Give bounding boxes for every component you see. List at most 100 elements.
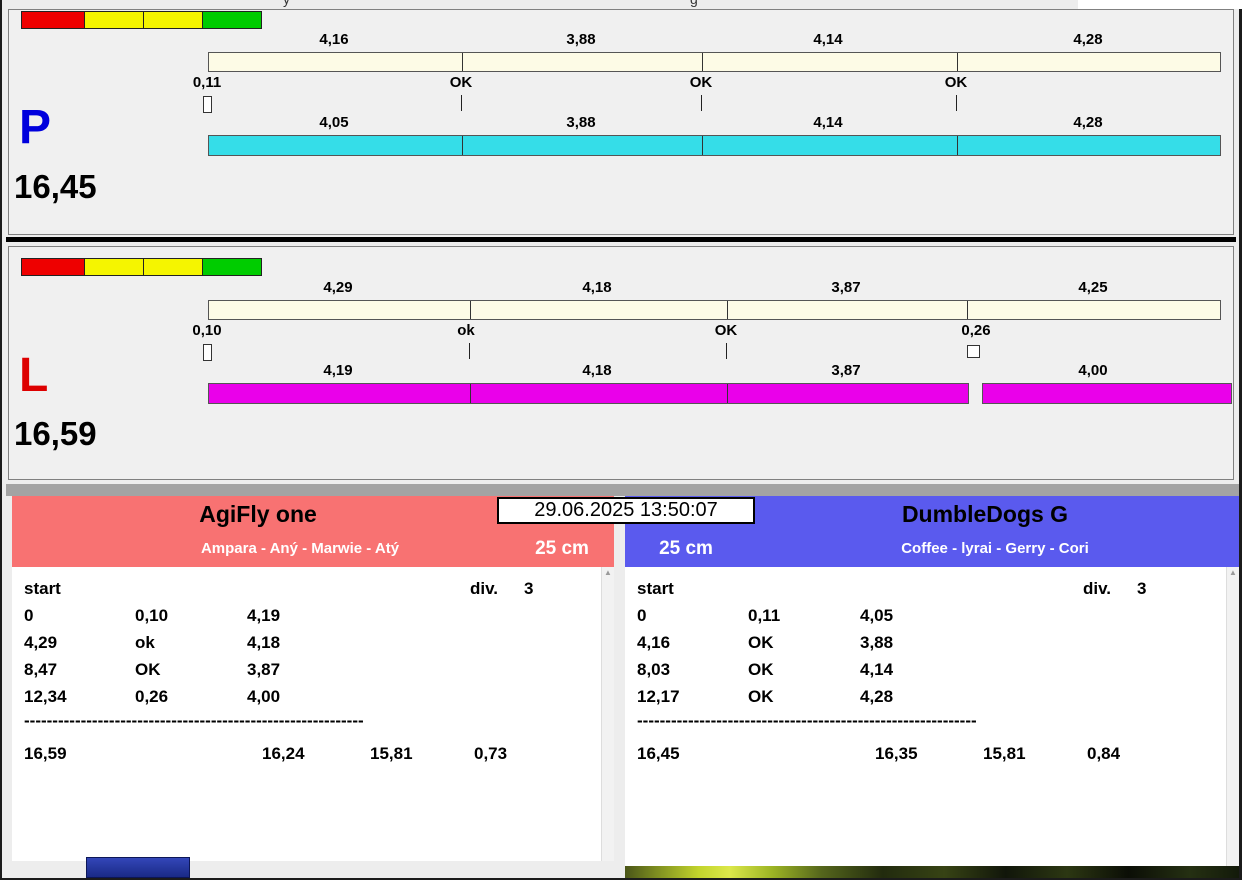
totals-value: 0,73 [474,740,507,767]
traffic-light-bar [21,258,262,276]
division-label: div. [470,575,498,602]
changeover-value: 0,26 [135,683,168,710]
cumulative-time: 4,29 [24,629,57,656]
traffic-red-segment [21,11,85,29]
datetime-display: 29.06.2025 13:50:07 [497,497,755,524]
changeover-tick [701,95,702,111]
team-left-results: start div. 3 0 0,10 4,19 4,29 ok 4,18 8,… [12,567,614,861]
changeover-status-label: OK [690,74,713,91]
results-separator: ----------------------------------------… [625,710,1239,732]
changeover-status-label: OK [450,74,473,91]
window-top-edge: ý g [2,0,1078,9]
cumulative-time: 0 [637,602,646,629]
division-tick [727,384,728,403]
scroll-up-icon[interactable]: ▲ [1227,567,1239,579]
upper-split-label: 4,29 [323,279,352,296]
top-right-blank-area [1078,0,1242,9]
dog-split-time: 3,87 [247,656,280,683]
changeover-value: OK [135,656,161,683]
lane-divider [6,237,1236,242]
changeover-status-label: OK [945,74,968,91]
results-separator: ----------------------------------------… [12,710,614,732]
lane-l-run-bar-segment [208,383,969,404]
result-row: 12,17 OK 4,28 [625,683,1239,710]
lower-split-label: 4,00 [1078,362,1107,379]
totals-value: 16,35 [875,740,918,767]
upper-split-label: 4,18 [582,279,611,296]
totals-row: 16,45 16,35 15,81 0,84 [625,740,1239,767]
changeover-value: 0,11 [748,602,780,629]
lane-p-total-time: 16,45 [14,170,97,203]
totals-value: 0,84 [1087,740,1120,767]
traffic-yellow-segment [143,11,203,29]
totals-value: 15,81 [370,740,413,767]
upper-split-label: 3,88 [566,31,595,48]
team-dog-list: Ampara - Aný - Marwie - Atý [201,540,399,557]
changeover-status-label: OK [715,322,738,339]
changeover-status-label: ok [457,322,475,339]
dog-split-time: 4,00 [247,683,280,710]
clipped-text-fragment: ý [283,0,290,7]
section-separator-band [6,484,1239,496]
window-border [0,0,2,880]
lane-p-letter: P [19,104,51,152]
division-tick [702,136,703,155]
team-name: AgiFly one [199,501,317,528]
lane-l-run-bar-segment [982,383,1232,404]
vertical-scrollbar[interactable]: ▲ [601,567,614,861]
result-row: 0 0,11 4,05 [625,602,1239,629]
team-total-time: 16,59 [24,740,67,767]
dog-split-time: 4,19 [247,602,280,629]
vertical-scrollbar[interactable]: ▲ [1226,567,1239,866]
changeover-tick [726,343,727,359]
division-value: 3 [1137,575,1146,602]
start-sensor-box [203,344,212,361]
division-tick [957,53,958,71]
lane-l-letter: L [19,352,48,400]
division-tick [470,301,471,319]
upper-split-bar [208,300,1221,320]
division-tick [702,53,703,71]
result-row: 8,03 OK 4,14 [625,656,1239,683]
start-offset-label: 0,10 [192,322,221,339]
timing-app-window: ý g 4,16 3,88 4,14 4,28 0,11 OK OK OK 4,… [0,0,1242,880]
division-tick [462,136,463,155]
dog-split-time: 4,05 [860,602,893,629]
division-tick [967,301,968,319]
totals-value: 16,24 [262,740,305,767]
lane-l-section: 4,29 4,18 3,87 4,25 0,10 ok OK 0,26 4,19… [8,246,1234,480]
traffic-yellow-segment [143,258,203,276]
changeover-value: OK [748,629,774,656]
lower-split-label: 3,87 [831,362,860,379]
scroll-up-icon[interactable]: ▲ [602,567,614,579]
traffic-yellow-segment [84,258,144,276]
division-tick [727,301,728,319]
start-sensor-box [203,96,212,113]
totals-row: 16,59 16,24 15,81 0,73 [12,740,614,767]
traffic-green-segment [202,11,262,29]
upper-split-bar [208,52,1221,72]
results-header-row: start div. 3 [12,575,614,602]
result-row: 0 0,10 4,19 [12,602,614,629]
start-offset-label: 0,11 [193,74,221,91]
lower-split-label: 4,19 [323,362,352,379]
division-tick [462,53,463,71]
start-label: start [637,575,674,602]
traffic-yellow-segment [84,11,144,29]
changeover-tick [469,343,470,359]
lower-split-label: 3,88 [566,114,595,131]
changeover-tick [956,95,957,111]
team-dog-list: Coffee - lyrai - Gerry - Cori [901,540,1089,557]
cumulative-time: 8,03 [637,656,670,683]
result-row: 4,16 OK 3,88 [625,629,1239,656]
cumulative-time: 4,16 [637,629,670,656]
taskbar-fragment [86,857,190,878]
jump-height-badge: 25 cm [659,538,713,560]
traffic-green-segment [202,258,262,276]
lower-split-label: 4,05 [319,114,348,131]
division-value: 3 [524,575,533,602]
upper-split-label: 4,14 [813,31,842,48]
lower-split-label: 4,28 [1073,114,1102,131]
traffic-red-segment [21,258,85,276]
start-label: start [24,575,61,602]
